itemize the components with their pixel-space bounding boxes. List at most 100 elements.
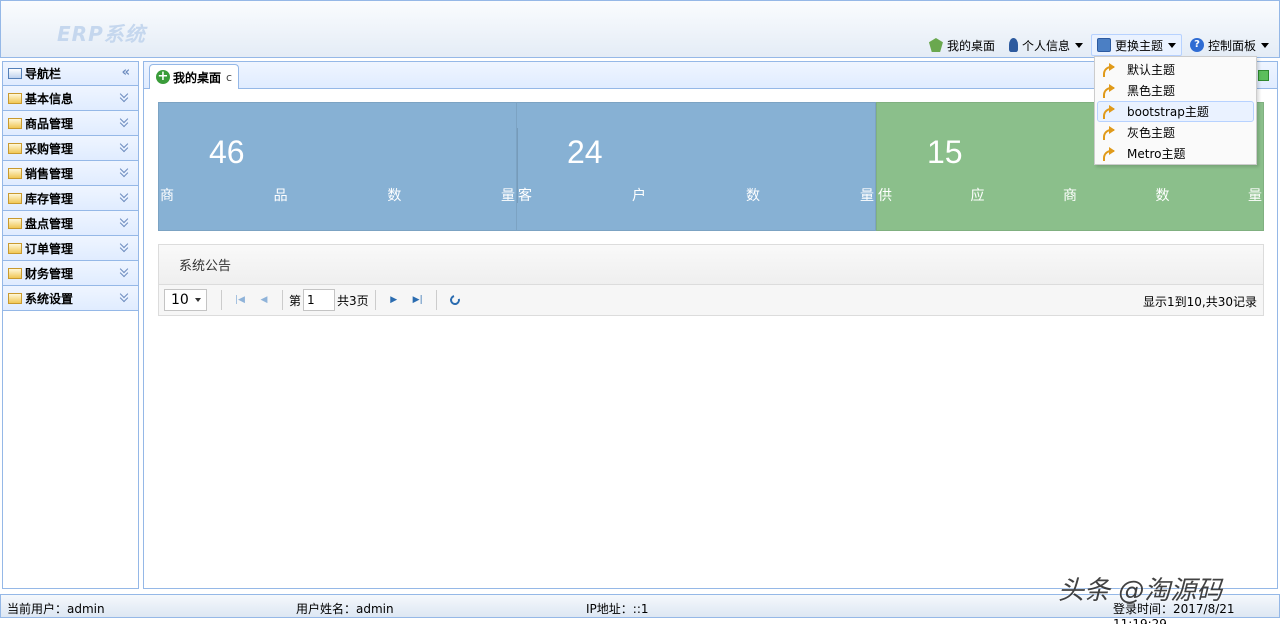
stat-label-char: 量	[860, 188, 874, 204]
user-name: 用户姓名：admin	[296, 602, 394, 616]
expand-icon[interactable]	[120, 216, 130, 228]
top-menu-control-panel[interactable]: ? 控制面板	[1184, 34, 1275, 56]
redo-arrow-icon	[1102, 125, 1117, 140]
page-size-value: 10	[171, 292, 189, 308]
expand-icon[interactable]	[120, 266, 130, 278]
top-menu-my-desktop[interactable]: 我的桌面	[923, 34, 1001, 56]
stat-label-char: 数	[1155, 188, 1170, 204]
expand-icon[interactable]	[120, 191, 130, 203]
sidebar-item-orders[interactable]: 订单管理	[3, 236, 138, 261]
top-menu-label: 控制面板	[1207, 38, 1256, 53]
sidebar-item-label: 盘点管理	[25, 216, 74, 231]
folder-icon	[8, 267, 22, 279]
folder-icon	[8, 292, 22, 304]
expand-icon[interactable]	[120, 91, 130, 103]
desk-icon	[928, 38, 943, 52]
theme-option-black[interactable]: 黑色主题	[1097, 80, 1254, 101]
app-logo: ERP系统	[57, 22, 146, 46]
refresh-button[interactable]	[446, 290, 464, 310]
theme-option-default[interactable]: 默认主题	[1097, 59, 1254, 80]
sidebar-item-label: 订单管理	[25, 241, 74, 256]
theme-option-label: 默认主题	[1127, 63, 1176, 77]
stat-label-char: 客	[518, 188, 532, 204]
theme-option-label: Metro主题	[1127, 147, 1186, 161]
folder-icon	[8, 92, 22, 104]
folder-icon	[8, 192, 22, 204]
stat-label: 商 品 数 量	[159, 185, 516, 205]
theme-dropdown-menu: 默认主题 黑色主题 bootstrap主题 灰色主题 Metro主题	[1094, 56, 1257, 165]
next-page-icon[interactable]: ▶	[385, 290, 403, 310]
pagination: 10 |◀ ◀ 第 1 共3页 ▶ ▶| 显示1到10,共30记录	[159, 285, 1263, 315]
sidebar-header: 导航栏 «	[3, 62, 138, 86]
sidebar-item-goods[interactable]: 商品管理	[3, 111, 138, 136]
sidebar-item-finance[interactable]: 财务管理	[3, 261, 138, 286]
redo-arrow-icon	[1102, 62, 1117, 77]
tab-my-desktop[interactable]: + 我的桌面 c	[149, 64, 239, 89]
stat-label: 客 户 数 量	[517, 185, 875, 205]
top-menu-label: 我的桌面	[946, 38, 995, 53]
ip-address: IP地址：::1	[586, 602, 649, 616]
divider	[282, 290, 283, 310]
top-menu-personal-info[interactable]: 个人信息	[1003, 34, 1089, 56]
sidebar-item-label: 销售管理	[25, 166, 74, 181]
page-total: 共3页	[337, 293, 369, 308]
help-icon: ?	[1189, 38, 1204, 52]
user-icon	[1008, 38, 1018, 52]
theme-option-metro[interactable]: Metro主题	[1097, 143, 1254, 164]
chevron-down-icon	[1261, 42, 1269, 48]
watermark: 头条 @淘源码	[1058, 576, 1223, 606]
divider	[374, 290, 376, 310]
stat-label-char: 供	[878, 188, 892, 204]
top-menu-change-theme[interactable]: 更换主题	[1090, 34, 1182, 56]
chevron-down-icon	[1074, 42, 1083, 48]
theme-option-gray[interactable]: 灰色主题	[1097, 122, 1254, 143]
sidebar-item-sales[interactable]: 销售管理	[3, 161, 138, 186]
page-info: 显示1到10,共30记录	[1143, 295, 1257, 309]
app-header: ERP系统 我的桌面 个人信息 更换主题 ? 控制面板	[0, 0, 1280, 58]
first-page-icon[interactable]: |◀	[231, 290, 249, 310]
expand-icon[interactable]	[120, 241, 130, 253]
stat-customer-count[interactable]: 24 客 户 数 量	[517, 102, 876, 231]
last-page-icon[interactable]: ▶|	[409, 290, 427, 310]
theme-icon	[1096, 38, 1111, 52]
expand-icon[interactable]	[120, 291, 130, 303]
sidebar-item-label: 财务管理	[25, 266, 74, 281]
page-prefix: 第	[289, 293, 302, 308]
sidebar-item-basic-info[interactable]: 基本信息	[3, 86, 138, 111]
tab-close-icon[interactable]: c	[226, 71, 232, 84]
notice-title: 系统公告	[159, 245, 1263, 285]
top-menu-label: 更换主题	[1114, 38, 1163, 53]
stat-label-char: 商	[160, 188, 174, 204]
stat-goods-count[interactable]: 46 商 品 数 量	[158, 102, 517, 231]
refresh-icon	[447, 293, 462, 307]
stat-label-char: 户	[632, 188, 646, 204]
sidebar-item-purchase[interactable]: 采购管理	[3, 136, 138, 161]
expand-icon[interactable]	[120, 166, 130, 178]
page-number-input[interactable]: 1	[303, 289, 336, 311]
stat-label: 供 应 商 数 量	[877, 185, 1263, 205]
stat-label-char: 品	[273, 188, 288, 204]
theme-option-label: 灰色主题	[1127, 126, 1176, 140]
divider	[435, 290, 437, 310]
sidebar-item-label: 系统设置	[25, 291, 74, 306]
chevron-down-icon	[194, 298, 201, 302]
redo-arrow-icon	[1102, 104, 1117, 119]
collapse-icon[interactable]: «	[122, 65, 130, 80]
sidebar-item-label: 采购管理	[25, 141, 74, 156]
top-menu: 我的桌面 个人信息 更换主题 ? 控制面板	[921, 33, 1275, 57]
expand-icon[interactable]	[120, 141, 130, 153]
sidebar-item-inventory[interactable]: 库存管理	[3, 186, 138, 211]
theme-option-bootstrap[interactable]: bootstrap主题	[1097, 101, 1254, 122]
expand-icon[interactable]	[120, 116, 130, 128]
theme-option-label: bootstrap主题	[1127, 105, 1209, 119]
sidebar-item-settings[interactable]: 系统设置	[3, 286, 138, 311]
prev-page-icon[interactable]: ◀	[255, 290, 273, 310]
stat-label-char: 数	[387, 188, 402, 204]
page-size-select[interactable]: 10	[164, 289, 207, 311]
panel-tool-icon[interactable]	[1258, 70, 1269, 81]
theme-option-label: 黑色主题	[1127, 84, 1176, 98]
folder-icon	[8, 242, 22, 254]
window-icon	[8, 68, 22, 79]
sidebar-item-stocktake[interactable]: 盘点管理	[3, 211, 138, 236]
tab-label: 我的桌面	[173, 70, 222, 85]
